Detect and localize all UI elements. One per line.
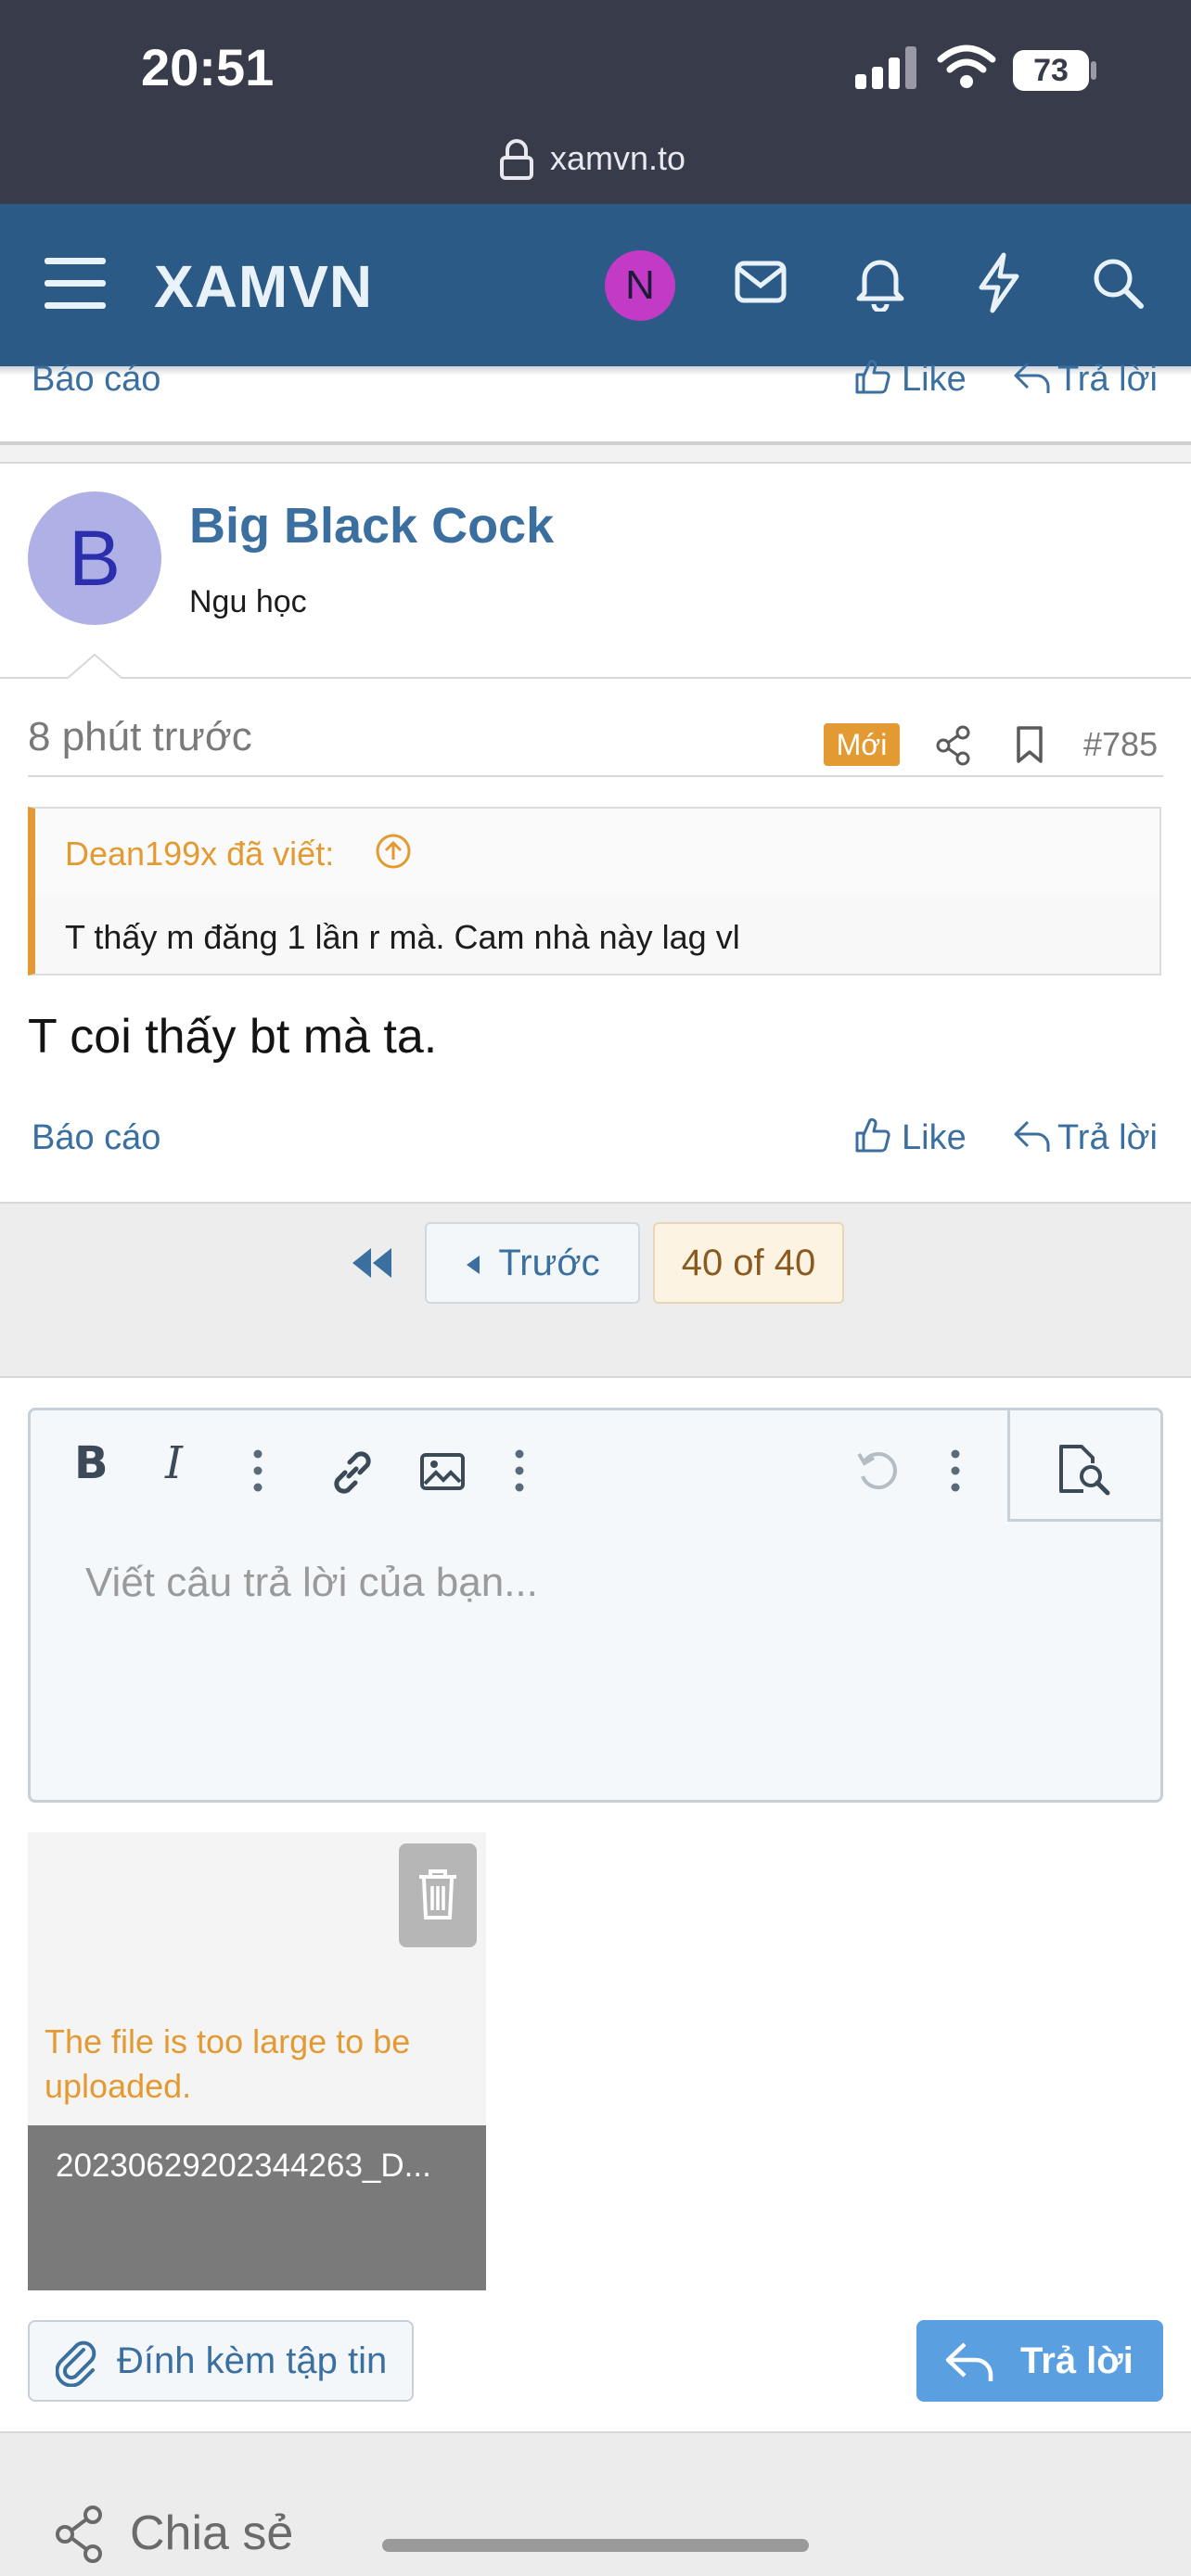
post-avatar[interactable]: B	[28, 491, 161, 625]
reply-link[interactable]: Trả lời	[1057, 360, 1158, 400]
battery-level: 73	[1033, 53, 1069, 88]
post-message: T coi thấy bt mà ta.	[28, 1010, 438, 1064]
like-link[interactable]: Like	[902, 360, 967, 400]
like-link[interactable]: Like	[902, 1118, 967, 1158]
reply-icon[interactable]	[1013, 1118, 1052, 1154]
status-time: 20:51	[141, 38, 275, 96]
post-user-title: Ngu học	[189, 584, 307, 619]
bell-icon[interactable]	[855, 252, 905, 312]
user-avatar[interactable]: N	[605, 250, 675, 321]
post-meta-divider	[28, 775, 1163, 777]
search-icon[interactable]	[1091, 256, 1145, 310]
prev-page-label: Trước	[498, 1243, 600, 1283]
undo-icon[interactable]	[855, 1448, 902, 1495]
signal-icon	[855, 46, 916, 89]
more-insert-options-icon[interactable]	[514, 1448, 525, 1493]
image-icon[interactable]	[419, 1452, 466, 1491]
site-logo[interactable]: XAMVN	[154, 252, 373, 321]
attach-files-label: Đính kèm tập tin	[117, 2340, 388, 2381]
wifi-icon	[937, 45, 996, 88]
quote-block: Dean199x đã viết: T thấy m đăng 1 lần r …	[28, 807, 1161, 976]
trash-icon	[419, 1869, 456, 1919]
link-icon[interactable]	[328, 1448, 377, 1497]
reply-icon[interactable]	[1013, 360, 1052, 395]
preview-icon[interactable]	[1056, 1443, 1113, 1497]
quote-jump-icon[interactable]	[375, 833, 412, 870]
first-page-icon[interactable]	[351, 1246, 393, 1280]
report-link[interactable]: Báo cáo	[32, 360, 160, 400]
quote-author[interactable]: Dean199x đã viết:	[65, 835, 334, 874]
share-icon[interactable]	[935, 725, 972, 766]
pagination-bottom-border	[0, 1376, 1191, 1378]
current-page[interactable]: 40 of 40	[653, 1222, 844, 1304]
address-bar[interactable]: xamvn.to	[0, 139, 1191, 178]
user-info-divider	[0, 677, 1191, 679]
like-icon[interactable]	[853, 1116, 890, 1154]
paperclip-icon	[56, 2340, 96, 2387]
like-icon[interactable]	[853, 358, 890, 395]
home-indicator[interactable]	[382, 2539, 809, 2552]
caret-left-icon	[467, 1256, 480, 1275]
more-text-options-icon[interactable]	[252, 1448, 263, 1493]
italic-button[interactable]: I	[165, 1437, 183, 1489]
share-label[interactable]: Chia sẻ	[130, 2506, 293, 2561]
attachment-error: The file is too large to be uploaded.	[45, 2022, 411, 2105]
quote-text: T thấy m đăng 1 lần r mà. Cam nhà này la…	[65, 918, 740, 956]
menu-icon[interactable]	[45, 256, 106, 312]
reply-input-placeholder[interactable]: Viết câu trả lời của bạn...	[85, 1560, 538, 1606]
pagination-top-border	[0, 1202, 1191, 1204]
reply-link[interactable]: Trả lời	[1057, 1118, 1158, 1158]
report-link[interactable]: Báo cáo	[32, 1118, 160, 1158]
lightning-icon[interactable]	[976, 252, 1022, 313]
inbox-icon[interactable]	[735, 260, 787, 306]
battery-tip	[1091, 61, 1096, 80]
share-icon[interactable]	[54, 2506, 106, 2563]
reply-icon	[945, 2342, 993, 2381]
user-info-arrow	[67, 653, 122, 679]
post-gap	[0, 445, 1191, 462]
prev-page-button[interactable]: Trước	[425, 1222, 640, 1304]
post-time[interactable]: 8 phút trước	[28, 714, 252, 760]
post-number[interactable]: #785	[1083, 725, 1158, 764]
post-username[interactable]: Big Black Cock	[189, 497, 554, 555]
attachment-filename: 20230629202344263_D...	[56, 2148, 431, 2184]
bookmark-icon[interactable]	[1015, 725, 1044, 764]
bold-button[interactable]: B	[74, 1437, 109, 1489]
new-badge: Mới	[824, 723, 900, 766]
post-top-border	[0, 462, 1191, 464]
url-text: xamvn.to	[549, 139, 686, 177]
submit-reply-label: Trả lời	[1020, 2340, 1133, 2381]
more-editor-options-icon[interactable]	[950, 1448, 961, 1493]
